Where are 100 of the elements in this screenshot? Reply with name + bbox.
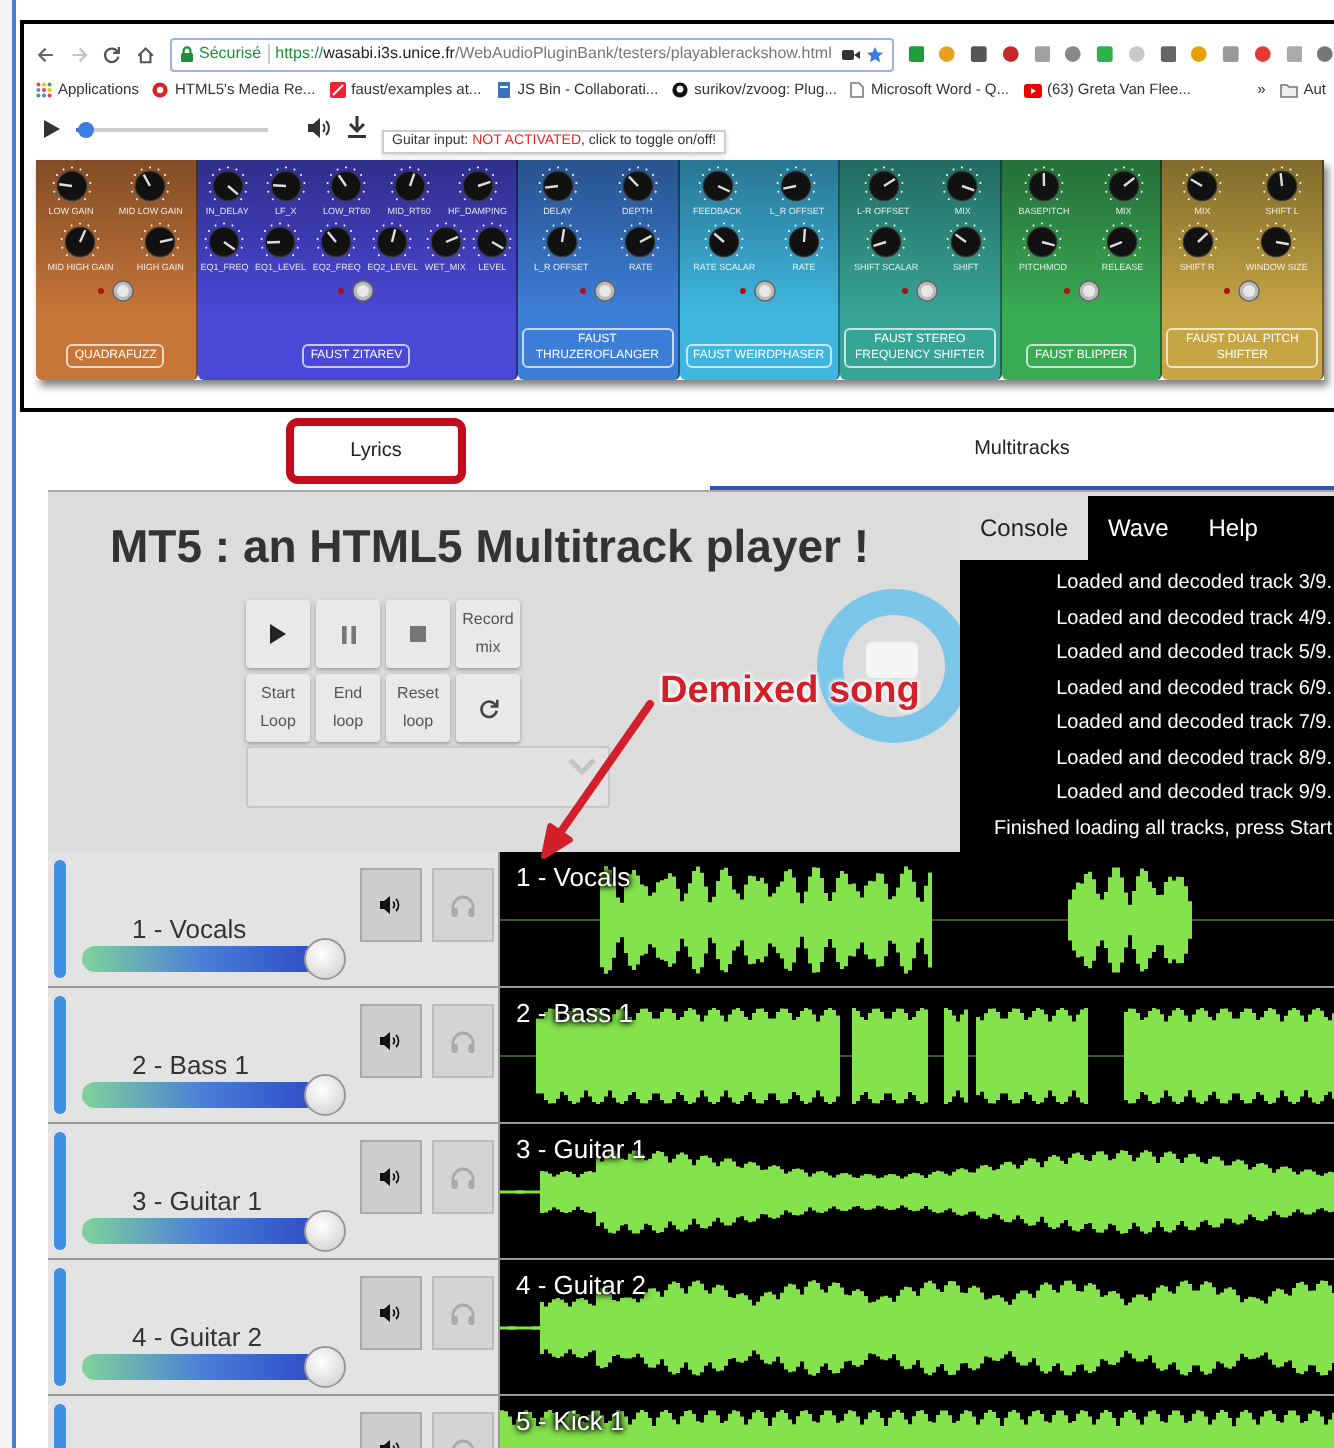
knob[interactable] [265,166,306,206]
back-icon[interactable] [36,43,56,65]
lock-icon [179,46,193,62]
knob[interactable] [207,166,248,206]
knob[interactable] [541,222,582,262]
mute-button[interactable] [360,1276,422,1350]
reload-icon [477,697,499,719]
console-tab[interactable]: Wave [1088,496,1189,560]
knob[interactable] [1103,166,1144,206]
reload-icon[interactable] [102,43,122,65]
play-button[interactable] [246,600,310,668]
console-line: Loaded and decoded track 9/9. [1056,780,1332,808]
url-text[interactable]: https://wasabi.i3s.unice.fr/WebAudioPluginBank/testers/playablerackshow.html [275,42,832,66]
star-icon[interactable] [865,45,883,63]
waveform-label: 4 - Guitar 2 [516,1268,647,1304]
slider-thumb[interactable] [304,1074,347,1116]
console-tab[interactable]: Console [960,496,1089,560]
stop-button[interactable] [386,600,450,668]
transport-button[interactable]: Start Loop [246,674,310,742]
waveform-label: 5 - Kick 1 [516,1404,625,1440]
mute-button[interactable] [360,868,422,942]
pause-button[interactable] [316,600,380,668]
headphones-icon [450,1029,476,1053]
footswitch[interactable] [915,280,938,302]
knob[interactable] [620,222,661,262]
knob[interactable] [1256,222,1297,262]
play-icon[interactable] [44,120,60,138]
knob[interactable] [537,166,578,206]
knob[interactable] [51,166,92,206]
speaker-icon [380,1168,402,1186]
transport-button[interactable]: End loop [316,674,380,742]
app-title: MT5 : an HTML5 Multitrack player ! [108,518,872,576]
footswitch[interactable] [352,280,375,302]
led-indicator [338,288,345,294]
knob[interactable] [472,222,513,262]
transport-button[interactable]: Reset loop [386,674,450,742]
led-indicator [1224,288,1231,294]
mute-button[interactable] [360,1004,422,1078]
knob[interactable] [326,166,367,206]
page-icon [850,82,865,98]
slider-thumb[interactable] [304,1346,347,1388]
console-line: Finished loading all tracks, press Start [994,815,1332,843]
knob[interactable] [945,222,986,262]
camera-icon[interactable] [841,47,859,61]
track-color-bar [54,996,66,1114]
led-indicator [1063,288,1070,294]
stop-icon [410,626,426,642]
knob[interactable] [697,166,738,206]
transport-button[interactable]: Record mix [456,600,520,668]
knob[interactable] [1022,222,1063,262]
track-color-bar [54,860,66,978]
headphones-icon [450,1165,476,1189]
knob[interactable] [1182,166,1223,206]
knob[interactable] [1102,222,1143,262]
seek-thumb[interactable] [77,122,94,138]
track-color-bar [54,1268,66,1386]
footswitch[interactable] [1238,280,1261,302]
footswitch[interactable] [754,280,777,302]
footswitch[interactable] [1077,280,1100,302]
knob[interactable] [863,166,904,206]
tab[interactable]: Lyrics [286,418,466,484]
dropdown-field[interactable] [246,746,610,808]
knob[interactable] [1262,166,1303,206]
address-bar[interactable]: Sécurisé https://wasabi.i3s.unice.fr/WebAudioPluginBank/testers/playablerackshow.html [169,37,893,71]
reload-button[interactable] [456,674,520,742]
volume-icon[interactable] [308,118,332,138]
knob[interactable] [389,166,430,206]
footswitch[interactable] [593,280,616,302]
console-line: Loaded and decoded track 8/9. [1056,745,1332,773]
footswitch[interactable] [111,280,134,302]
knob[interactable] [457,166,498,206]
circle-icon [672,82,689,98]
knob[interactable] [316,222,357,262]
knob[interactable] [1177,222,1218,262]
led-indicator [740,288,747,294]
security-label: Sécurisé [199,42,262,66]
slider-thumb[interactable] [304,1210,347,1252]
knob[interactable] [260,222,301,262]
knob[interactable] [140,222,181,262]
knob[interactable] [783,222,824,262]
knob[interactable] [425,222,466,262]
knob[interactable] [1024,166,1065,206]
mute-button[interactable] [360,1140,422,1214]
knob[interactable] [866,222,907,262]
knob[interactable] [204,222,245,262]
console-tab[interactable]: Help [1188,496,1278,560]
console-line: Loaded and decoded track 5/9. [1056,640,1332,668]
download-icon[interactable] [348,116,366,138]
knob[interactable] [942,166,983,206]
document-icon [495,82,512,98]
knob[interactable] [617,166,658,206]
slider-thumb[interactable] [304,938,347,980]
knob[interactable] [704,222,745,262]
console-line: Loaded and decoded track 7/9. [1056,710,1332,738]
home-icon[interactable] [135,43,155,65]
knob[interactable] [776,166,817,206]
headphones-icon [450,893,476,917]
knob[interactable] [130,166,171,206]
knob[interactable] [60,222,101,262]
knob[interactable] [372,222,413,262]
